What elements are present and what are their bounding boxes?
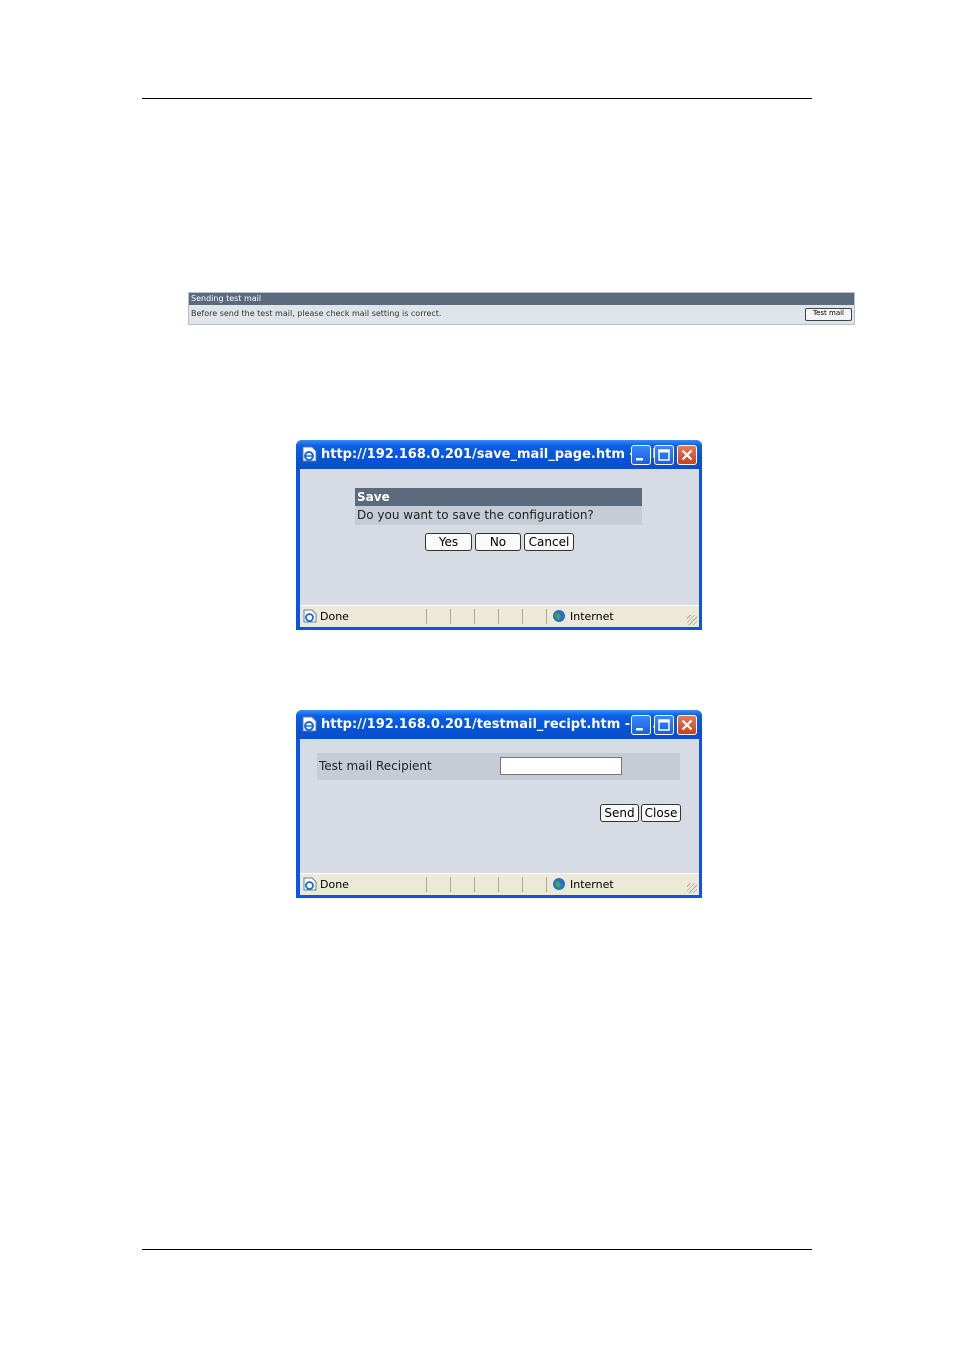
test-mail-button[interactable]: Test mail xyxy=(805,308,852,321)
no-button[interactable]: No xyxy=(475,533,521,551)
status-divider xyxy=(498,609,499,624)
save-header: Save xyxy=(355,488,642,506)
close-icon xyxy=(681,719,693,731)
save-window-title: http://192.168.0.201/save_mail_page.htm … xyxy=(321,447,672,462)
minimize-icon xyxy=(636,458,643,461)
save-window-titlebar[interactable]: http://192.168.0.201/save_mail_page.htm … xyxy=(296,440,702,469)
save-window: http://192.168.0.201/save_mail_page.htm … xyxy=(296,440,702,630)
testmail-window: http://192.168.0.201/testmail_recipt.htm… xyxy=(296,710,702,898)
status-zone-text: Internet xyxy=(570,878,614,891)
cancel-button[interactable]: Cancel xyxy=(524,533,574,551)
status-divider xyxy=(474,609,475,624)
status-divider xyxy=(426,609,427,624)
footer-rule xyxy=(142,1249,812,1250)
status-divider xyxy=(522,609,523,624)
save-window-client: Save Do you want to save the configurati… xyxy=(300,469,699,627)
panel-header: Sending test mail xyxy=(189,293,854,305)
testmail-window-titlebar[interactable]: http://192.168.0.201/testmail_recipt.htm… xyxy=(296,710,702,739)
status-divider xyxy=(426,877,427,892)
send-button[interactable]: Send xyxy=(600,804,639,822)
maximize-button[interactable] xyxy=(654,715,674,735)
status-zone-text: Internet xyxy=(570,610,614,623)
panel-row: Before send the test mail, please check … xyxy=(189,305,854,323)
status-divider xyxy=(450,609,451,624)
recipient-row: Test mail Recipient xyxy=(317,753,680,780)
ie-page-icon xyxy=(303,609,317,623)
status-divider xyxy=(450,877,451,892)
close-window-button[interactable] xyxy=(677,445,697,465)
ie-page-icon xyxy=(303,877,317,891)
status-divider xyxy=(474,877,475,892)
ie-page-icon xyxy=(302,446,317,462)
sending-test-mail-panel: Sending test mail Before send the test m… xyxy=(188,292,855,325)
resize-grip[interactable] xyxy=(687,615,697,625)
minimize-button[interactable] xyxy=(631,445,651,465)
maximize-icon xyxy=(658,719,670,731)
status-done-text: Done xyxy=(320,878,349,891)
maximize-button[interactable] xyxy=(654,445,674,465)
status-done-text: Done xyxy=(320,610,349,623)
recipient-label: Test mail Recipient xyxy=(319,759,432,773)
save-question: Do you want to save the configuration? xyxy=(355,506,642,525)
globe-icon xyxy=(553,878,565,890)
minimize-icon xyxy=(636,728,643,731)
testmail-window-title: http://192.168.0.201/testmail_recipt.htm… xyxy=(321,717,667,732)
status-divider xyxy=(546,877,547,892)
close-window-button[interactable] xyxy=(677,715,697,735)
yes-button[interactable]: Yes xyxy=(425,533,472,551)
status-divider xyxy=(546,609,547,624)
testmail-window-client: Test mail Recipient Send Close Done Inte… xyxy=(300,739,699,895)
status-bar: Done Internet xyxy=(300,873,699,895)
panel-description: Before send the test mail, please check … xyxy=(191,309,442,318)
ie-page-icon xyxy=(302,716,317,732)
status-divider xyxy=(498,877,499,892)
maximize-icon xyxy=(658,449,670,461)
globe-icon xyxy=(553,610,565,622)
status-divider xyxy=(522,877,523,892)
close-icon xyxy=(681,449,693,461)
header-rule xyxy=(142,98,812,99)
status-bar: Done Internet xyxy=(300,605,699,627)
recipient-input[interactable] xyxy=(500,757,622,775)
close-button[interactable]: Close xyxy=(641,804,681,822)
resize-grip[interactable] xyxy=(687,883,697,893)
minimize-button[interactable] xyxy=(631,715,651,735)
